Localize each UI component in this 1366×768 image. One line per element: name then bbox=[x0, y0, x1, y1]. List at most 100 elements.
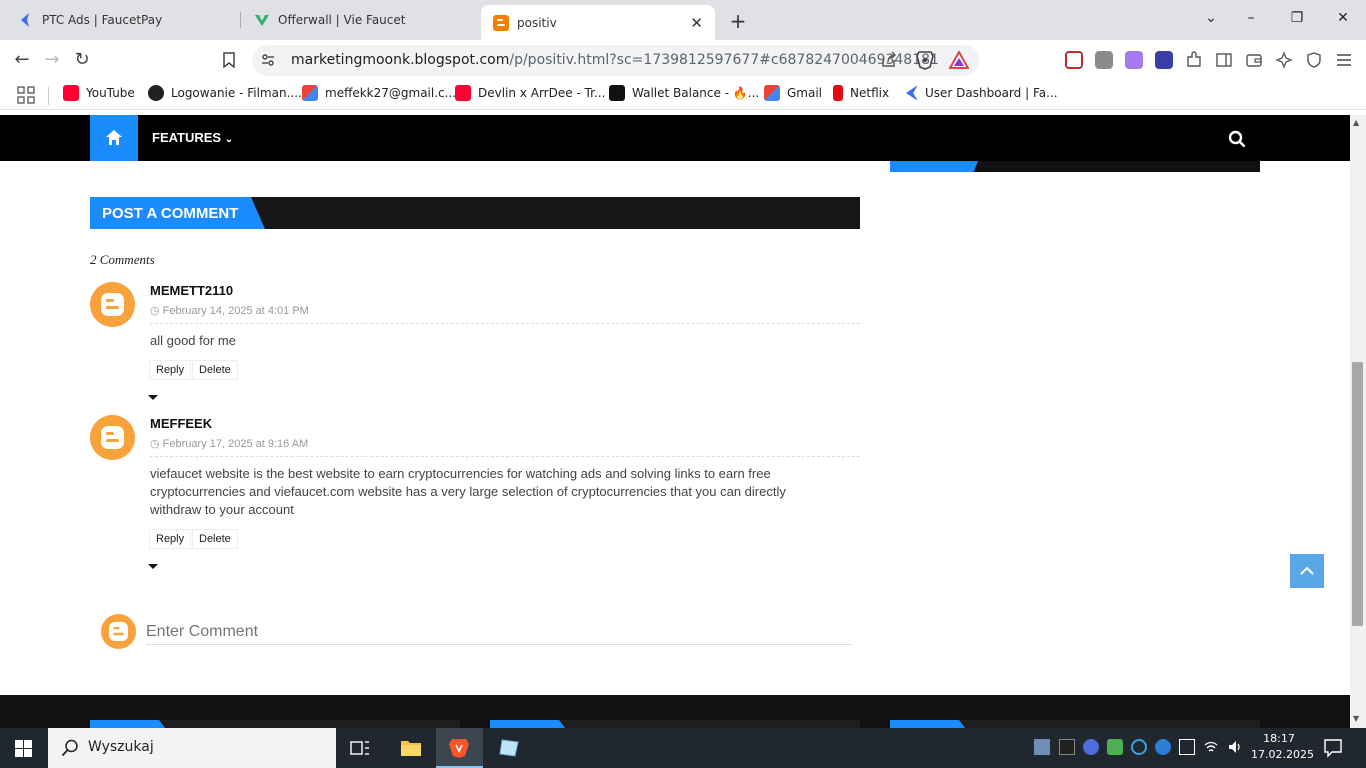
bookmark-gmail-account[interactable]: meffekk27@gmail.c... bbox=[302, 85, 456, 101]
extension-vpn-icon[interactable] bbox=[1155, 51, 1173, 69]
caret-down-icon[interactable] bbox=[148, 564, 158, 569]
new-tab-button[interactable]: + bbox=[728, 9, 748, 33]
footer-widget-header bbox=[90, 720, 460, 728]
delete-button[interactable]: Delete bbox=[192, 529, 238, 549]
back-button[interactable]: ← bbox=[12, 50, 32, 70]
scroll-down-arrow-icon[interactable]: ▼ bbox=[1353, 714, 1359, 723]
comment-count: 2 Comments bbox=[90, 252, 155, 267]
windows-start-icon[interactable] bbox=[15, 740, 32, 757]
comment-date-text: February 17, 2025 at 9:16 AM bbox=[162, 438, 309, 450]
tray-u-icon[interactable] bbox=[1083, 739, 1099, 755]
comment-author[interactable]: MEMETT2110 bbox=[150, 283, 233, 298]
brave-shields-icon[interactable] bbox=[916, 50, 934, 70]
tray-sync-icon[interactable] bbox=[1107, 739, 1123, 755]
volume-icon[interactable] bbox=[1227, 739, 1243, 755]
youtube-icon bbox=[455, 85, 471, 101]
extension-gray-icon[interactable] bbox=[1095, 51, 1113, 69]
faucetpay-icon bbox=[21, 13, 29, 27]
post-comment-title: POST A COMMENT bbox=[102, 205, 239, 222]
site-settings-icon[interactable] bbox=[260, 52, 276, 68]
avatar[interactable] bbox=[90, 415, 135, 460]
task-view-icon[interactable] bbox=[350, 739, 370, 757]
url-text[interactable]: marketingmoonk.blogspot.com/p/positiv.ht… bbox=[291, 52, 939, 68]
scrollbar-thumb[interactable] bbox=[1352, 362, 1363, 626]
bookmarks-divider bbox=[48, 87, 49, 105]
brave-rewards-icon[interactable] bbox=[949, 51, 969, 69]
bookmark-gmail[interactable]: Gmail bbox=[764, 85, 822, 101]
bookmark-netflix[interactable]: Netflix bbox=[833, 85, 889, 101]
bookmark-youtube[interactable]: YouTube bbox=[63, 85, 135, 101]
avatar[interactable] bbox=[90, 282, 135, 327]
restore-button[interactable]: ❐ bbox=[1287, 10, 1307, 26]
comment-text: viefaucet website is the best website to… bbox=[150, 466, 786, 517]
delete-button[interactable]: Delete bbox=[192, 360, 238, 380]
home-button[interactable] bbox=[90, 115, 138, 161]
features-menu[interactable]: FEATURES ⌄ bbox=[152, 130, 233, 145]
tab-title: positiv bbox=[517, 15, 557, 30]
current-user-avatar bbox=[101, 614, 136, 649]
comment-date[interactable]: ◷ February 17, 2025 at 9:16 AM bbox=[150, 437, 308, 450]
wifi-icon[interactable] bbox=[1203, 739, 1219, 755]
wallet-icon[interactable] bbox=[1245, 51, 1263, 69]
youtube-icon bbox=[63, 85, 79, 101]
sidebar-toggle-icon[interactable] bbox=[1215, 51, 1233, 69]
forward-button[interactable]: → bbox=[42, 50, 62, 70]
gmail-icon bbox=[764, 85, 780, 101]
menu-icon[interactable] bbox=[1335, 51, 1353, 69]
tab-search-icon[interactable]: ⌄ bbox=[1201, 10, 1221, 26]
extension-red-icon[interactable] bbox=[1065, 51, 1083, 69]
vpn-shield-icon[interactable] bbox=[1305, 51, 1323, 69]
close-tab-icon[interactable]: ✕ bbox=[690, 14, 703, 32]
chevron-down-icon: ⌄ bbox=[224, 134, 234, 145]
apps-grid-icon[interactable] bbox=[17, 86, 35, 104]
bookmark-icon[interactable] bbox=[222, 52, 236, 68]
tab-viefaucet[interactable]: Offerwall | Vie Faucet bbox=[242, 5, 478, 35]
comment-input[interactable] bbox=[146, 620, 852, 644]
extensions-puzzle-icon[interactable] bbox=[1185, 51, 1203, 69]
notifications-icon[interactable] bbox=[1323, 738, 1343, 758]
hp-icon[interactable] bbox=[1155, 739, 1171, 755]
viefaucet-icon bbox=[255, 15, 269, 26]
home-icon bbox=[106, 130, 122, 145]
bookmark-label: Devlin x ArrDee - Tr... bbox=[478, 86, 606, 100]
taskbar-clock[interactable]: 18:17 17.02.2025 bbox=[1251, 731, 1314, 763]
battery-plug-icon[interactable] bbox=[1179, 739, 1195, 755]
tray-app-icon[interactable] bbox=[1034, 739, 1050, 755]
bookmark-wallet-balance[interactable]: Wallet Balance - 🔥... bbox=[609, 85, 759, 101]
chevron-up-icon bbox=[1300, 566, 1314, 575]
blogger-icon bbox=[493, 14, 509, 31]
search-icon[interactable] bbox=[1228, 130, 1246, 148]
minimize-button[interactable]: – bbox=[1241, 10, 1261, 26]
gmail-icon bbox=[302, 85, 318, 101]
notes-app-icon[interactable] bbox=[498, 738, 520, 758]
comment-divider bbox=[150, 456, 860, 457]
bookmark-devlin[interactable]: Devlin x ArrDee - Tr... bbox=[455, 85, 605, 101]
share-icon[interactable] bbox=[880, 51, 898, 69]
comment-author[interactable]: MEFFEEK bbox=[150, 416, 212, 431]
epic-games-icon[interactable] bbox=[1059, 739, 1075, 755]
back-to-top-button[interactable] bbox=[1290, 554, 1324, 588]
filman-icon bbox=[148, 85, 164, 101]
tab-faucetpay[interactable]: PTC Ads | FaucetPay bbox=[6, 5, 238, 35]
netflix-icon bbox=[833, 85, 843, 101]
caret-down-icon[interactable] bbox=[148, 395, 158, 400]
comment-text: all good for me bbox=[150, 333, 236, 348]
footer-header-accent bbox=[490, 720, 565, 728]
bookmark-user-dashboard[interactable]: User Dashboard | Fa... bbox=[906, 85, 1058, 101]
close-window-button[interactable]: ✕ bbox=[1333, 10, 1353, 26]
tray-c-icon[interactable] bbox=[1131, 739, 1147, 755]
tab-positiv[interactable]: positiv ✕ bbox=[481, 5, 715, 40]
comment-date[interactable]: ◷ February 14, 2025 at 4:01 PM bbox=[150, 304, 309, 317]
blogger-avatar-icon bbox=[101, 426, 124, 449]
reply-button[interactable]: Reply bbox=[149, 360, 192, 380]
reload-button[interactable]: ↻ bbox=[72, 50, 92, 70]
url-path: /p/positiv.html?sc=1739812597677#c687824… bbox=[509, 52, 939, 68]
extension-purple-icon[interactable] bbox=[1125, 51, 1143, 69]
file-explorer-icon[interactable] bbox=[400, 738, 422, 758]
clock-icon: ◷ bbox=[150, 305, 160, 317]
scroll-up-arrow-icon[interactable]: ▲ bbox=[1353, 118, 1359, 127]
bookmark-label: Logowanie - Filman.... bbox=[171, 86, 302, 100]
bookmark-filman[interactable]: Logowanie - Filman.... bbox=[148, 85, 302, 101]
leo-ai-icon[interactable] bbox=[1275, 51, 1293, 69]
reply-button[interactable]: Reply bbox=[149, 529, 192, 549]
